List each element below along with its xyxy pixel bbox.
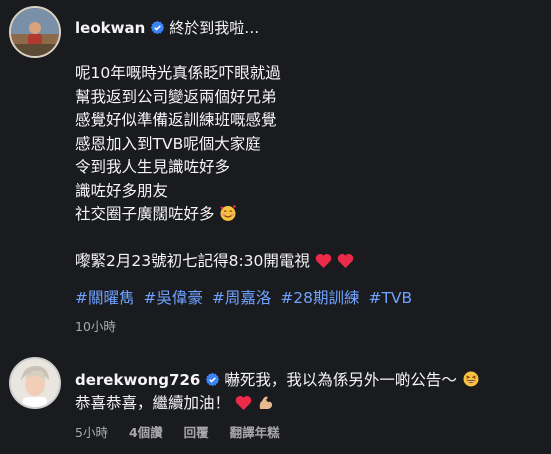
- translate-button[interactable]: 翻譯年糕: [230, 425, 280, 440]
- comment-text-line2-row: 恭喜恭喜，繼續加油！: [75, 391, 274, 413]
- caption-line: 呢10年嘅時光真係眨吓眼就過: [75, 64, 281, 82]
- caption-reminder-line: 嚟緊2月23號初七記得8:30開電視: [75, 250, 354, 274]
- caption-line: 社交圈子廣闊咗好多: [75, 205, 215, 223]
- hashtag-link[interactable]: #TVB: [368, 289, 412, 307]
- caption-line: 感恩加入到TVB呢個大家庭: [75, 134, 261, 153]
- avatar-photo: [11, 359, 59, 407]
- post-timestamp[interactable]: 10小時: [75, 316, 116, 335]
- caption-line: 感覺好似準備返訓練班嘅感覺: [75, 111, 277, 129]
- hashtag-link[interactable]: #關曜雋: [75, 289, 135, 307]
- red-heart-emoji: [337, 254, 353, 268]
- red-heart-emoji: [315, 254, 332, 268]
- avatar-photo: [11, 8, 59, 56]
- verified-badge-icon: [206, 372, 220, 387]
- hashtag-link[interactable]: #28期訓練: [280, 289, 359, 307]
- caption-line: 識咗好多朋友: [75, 181, 169, 200]
- reply-button[interactable]: 回覆: [184, 425, 209, 440]
- hashtag-link[interactable]: #周嘉洛: [212, 289, 272, 307]
- verified-badge-icon: [151, 20, 165, 35]
- caption-reminder: 嚟緊2月23號初七記得8:30開電視: [75, 252, 310, 270]
- comment-likes[interactable]: 4個讚: [129, 425, 163, 440]
- comment-text-line2: 恭喜恭喜，繼續加油！: [75, 394, 231, 412]
- comment-timestamp[interactable]: 5小時: [75, 425, 108, 440]
- comment-meta: 5小時 4個讚 回覆 翻譯年糕: [75, 422, 297, 441]
- grinning-squinting-face-emoji: [463, 371, 479, 387]
- comment-text-line1: 嚇死我，我以為係另外一啲公告～: [224, 371, 457, 389]
- comment-header: derekwong726 嚇死我，我以為係另外一啲公告～: [75, 368, 480, 390]
- hashtag-list: #關曜雋 #吳偉豪 #周嘉洛 #28期訓練 #TVB: [75, 286, 416, 308]
- flexed-biceps-emoji: [259, 396, 272, 409]
- post-author-avatar[interactable]: [9, 6, 61, 58]
- smiling-face-with-hearts-emoji: [220, 205, 237, 221]
- post-headline: 終於到我啦…: [169, 19, 260, 37]
- post-header: leokwan 終於到我啦…: [75, 17, 259, 38]
- red-heart-emoji: [235, 396, 252, 410]
- commenter-avatar[interactable]: [9, 357, 61, 409]
- post-caption: 呢10年嘅時光真係眨吓眼就過 幫我返到公司變返兩個好兄弟 感覺好似準備返訓練班嘅…: [75, 62, 354, 274]
- caption-line: 令到我人生見識咗好多: [75, 158, 231, 176]
- caption-line-with-emoji: 社交圈子廣闊咗好多: [75, 203, 354, 227]
- post-username[interactable]: leokwan: [75, 19, 145, 37]
- caption-line: 幫我返到公司變返兩個好兄弟: [75, 87, 277, 106]
- commenter-username[interactable]: derekwong726: [75, 371, 200, 389]
- hashtag-link[interactable]: #吳偉豪: [143, 289, 203, 307]
